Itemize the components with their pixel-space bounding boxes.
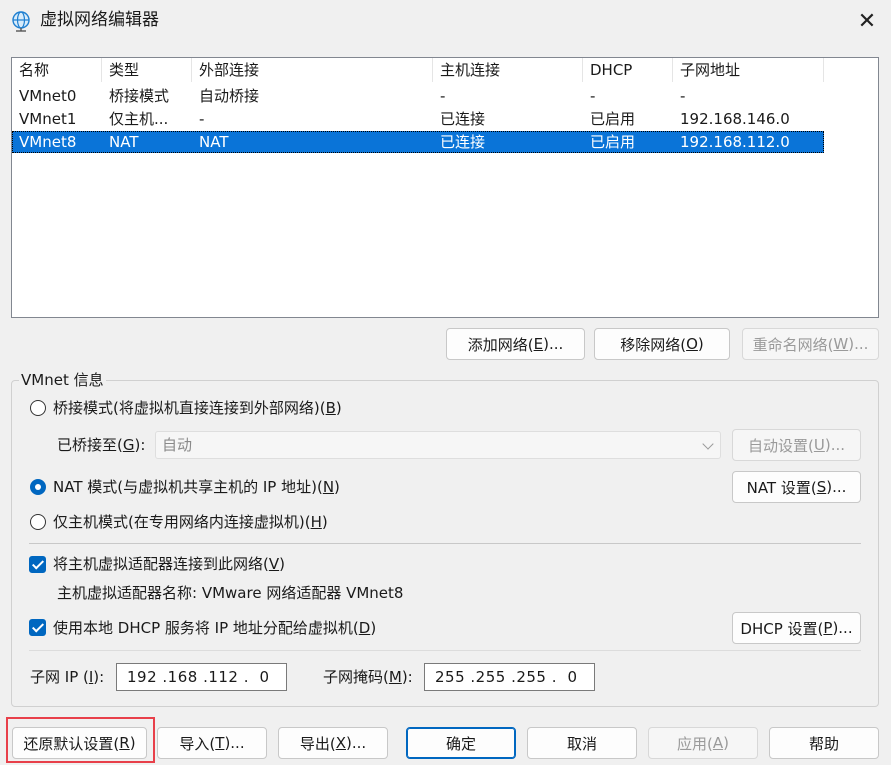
bridged-to-label: 已桥接至(G):	[57, 436, 146, 454]
nat-mode-radio[interactable]	[30, 479, 46, 495]
cell-host: -	[440, 87, 446, 105]
cell-dhcp: -	[590, 87, 596, 105]
host-only-radio[interactable]	[30, 514, 46, 530]
apply-button[interactable]: 应用(A)	[648, 727, 758, 759]
close-icon: ✕	[857, 8, 877, 34]
cell-type: NAT	[109, 133, 139, 151]
column-header-dhcp[interactable]: DHCP	[583, 58, 673, 82]
cell-subnet: 192.168.112.0	[680, 133, 790, 151]
connect-adapter-checkbox[interactable]	[29, 556, 46, 573]
group-label: VMnet 信息	[19, 370, 106, 390]
list-header: 名称 类型 外部连接 主机连接 DHCP 子网地址	[12, 58, 824, 82]
nat-settings-button[interactable]: NAT 设置(S)...	[732, 471, 861, 503]
table-row[interactable]: VMnet1 仅主机... - 已连接 已启用 192.168.146.0	[12, 108, 824, 130]
divider	[29, 650, 861, 651]
cell-subnet: 192.168.146.0	[680, 110, 790, 128]
cell-subnet: -	[680, 87, 686, 105]
bridge-mode-label: 桥接模式(将虚拟机直接连接到外部网络)(B)	[53, 399, 342, 417]
cell-type: 仅主机...	[109, 110, 169, 128]
annotation-highlight-box	[6, 717, 155, 763]
nat-mode-label: NAT 模式(与虚拟机共享主机的 IP 地址)(N)	[53, 478, 340, 496]
divider	[29, 543, 861, 544]
subnet-ip-input[interactable]: 192 .168 .112 . 0	[116, 663, 287, 691]
cell-host: 已连接	[440, 133, 486, 151]
cell-dhcp: 已启用	[590, 133, 636, 151]
use-dhcp-checkbox[interactable]	[29, 619, 46, 636]
add-network-button[interactable]: 添加网络(E)...	[446, 328, 585, 360]
globe-network-icon	[10, 10, 32, 32]
rename-network-button[interactable]: 重命名网络(W)...	[742, 328, 879, 360]
table-row[interactable]: VMnet0 桥接模式 自动桥接 - - -	[12, 85, 824, 107]
close-button[interactable]: ✕	[848, 4, 886, 38]
cell-external: 自动桥接	[199, 87, 260, 105]
export-button[interactable]: 导出(X)...	[278, 727, 388, 759]
table-row-selected[interactable]: VMnet8 NAT NAT 已连接 已启用 192.168.112.0	[12, 131, 824, 153]
window-title: 虚拟网络编辑器	[40, 10, 159, 30]
column-header-external[interactable]: 外部连接	[192, 58, 433, 82]
connect-adapter-label: 将主机虚拟适配器连接到此网络(V)	[53, 555, 285, 573]
cell-name: VMnet0	[19, 87, 77, 105]
dhcp-settings-button[interactable]: DHCP 设置(P)...	[732, 612, 861, 644]
cancel-button[interactable]: 取消	[527, 727, 637, 759]
cell-external: NAT	[199, 133, 229, 151]
column-header-type[interactable]: 类型	[102, 58, 192, 82]
subnet-mask-label: 子网掩码(M):	[323, 668, 413, 686]
subnet-ip-label: 子网 IP (I):	[30, 668, 105, 686]
help-button[interactable]: 帮助	[769, 727, 879, 759]
host-only-label: 仅主机模式(在专用网络内连接虚拟机)(H)	[53, 513, 328, 531]
adapter-name-text: 主机虚拟适配器名称: VMware 网络适配器 VMnet8	[57, 584, 404, 602]
ok-button[interactable]: 确定	[406, 727, 516, 759]
subnet-mask-input[interactable]: 255 .255 .255 . 0	[424, 663, 595, 691]
bridged-to-select[interactable]: 自动	[155, 431, 721, 459]
column-header-subnet[interactable]: 子网地址	[673, 58, 824, 82]
bridge-mode-radio[interactable]	[30, 400, 46, 416]
remove-network-button[interactable]: 移除网络(O)	[594, 328, 730, 360]
cell-type: 桥接模式	[109, 87, 170, 105]
auto-settings-button[interactable]: 自动设置(U)...	[732, 429, 861, 461]
network-list[interactable]: 名称 类型 外部连接 主机连接 DHCP 子网地址 VMnet0 桥接模式 自动…	[11, 57, 879, 318]
cell-name: VMnet8	[19, 133, 77, 151]
cell-name: VMnet1	[19, 110, 77, 128]
import-button[interactable]: 导入(T)...	[157, 727, 267, 759]
chevron-down-icon	[702, 438, 714, 450]
cell-dhcp: 已启用	[590, 110, 636, 128]
cell-host: 已连接	[440, 110, 486, 128]
column-header-name[interactable]: 名称	[12, 58, 102, 82]
column-header-host[interactable]: 主机连接	[433, 58, 583, 82]
cell-external: -	[199, 110, 205, 128]
use-dhcp-label: 使用本地 DHCP 服务将 IP 地址分配给虚拟机(D)	[53, 619, 377, 637]
